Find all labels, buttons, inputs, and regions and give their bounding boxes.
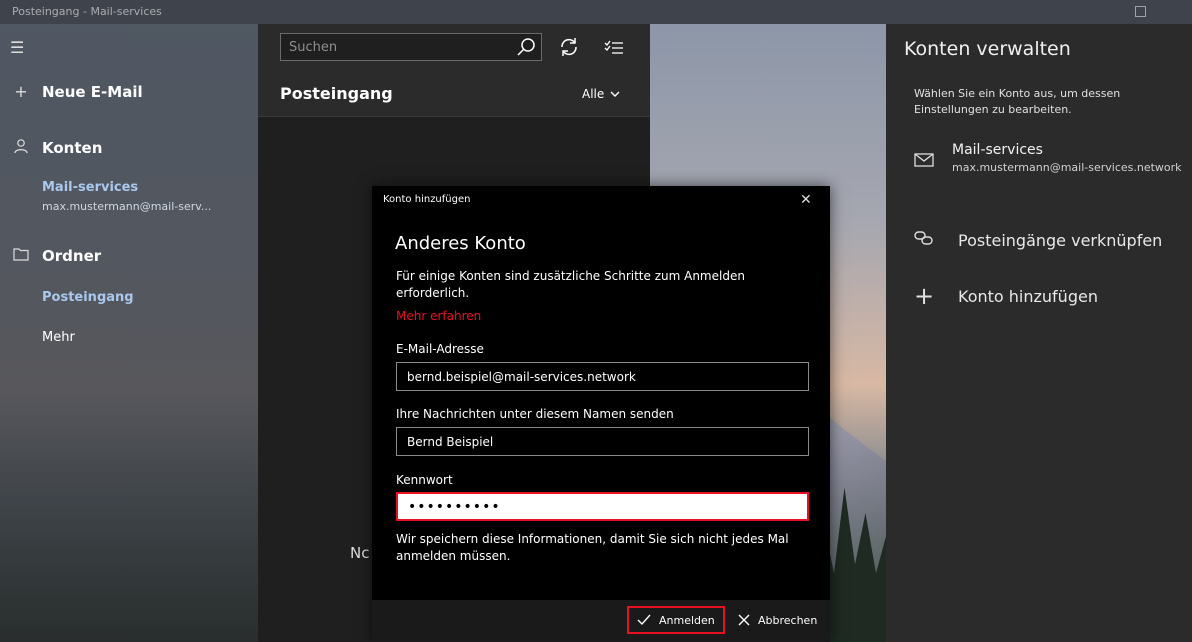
password-label: Kennwort (396, 473, 453, 487)
add-account-button[interactable]: + Konto hinzufügen (914, 282, 1098, 310)
nav-account-name[interactable]: Mail-services (42, 180, 138, 195)
close-icon (738, 614, 750, 626)
sender-name-field[interactable] (397, 428, 808, 455)
close-icon[interactable]: ✕ (800, 192, 812, 208)
checkmark-icon (637, 614, 651, 626)
link-icon (914, 230, 958, 251)
select-mode-icon[interactable] (604, 38, 624, 58)
folders-label: Ordner (42, 246, 102, 265)
search-icon[interactable] (515, 36, 537, 58)
email-label: E-Mail-Adresse (396, 342, 484, 356)
filter-dropdown[interactable]: Alle (582, 87, 620, 101)
empty-list-text: Nc (350, 544, 370, 562)
plus-icon: + (914, 282, 935, 310)
folder-inbox[interactable]: Posteingang (42, 290, 134, 305)
manage-accounts-panel: Konten verwalten Wählen Sie ein Konto au… (886, 24, 1192, 642)
nav-account-email[interactable]: max.mustermann@mail-serv... (42, 200, 211, 213)
title-bar: Posteingang - Mail-services (0, 0, 1192, 24)
dialog-heading: Anderes Konto (395, 233, 526, 254)
accounts-button[interactable]: Konten (0, 138, 258, 158)
new-mail-button[interactable]: + Neue E-Mail (0, 82, 258, 101)
panel-title: Konten verwalten (904, 38, 1071, 60)
password-field[interactable] (398, 494, 807, 519)
hamburger-menu-icon[interactable]: ☰ (10, 38, 24, 57)
save-info-note: Wir speichern diese Informationen, damit… (396, 532, 789, 563)
link-inboxes-button[interactable]: Posteingänge verknüpfen (914, 230, 1162, 251)
add-account-dialog: Konto hinzufügen ✕ Anderes Konto Für ein… (372, 186, 830, 642)
chevron-down-icon (610, 91, 620, 97)
panel-account-item[interactable]: Mail-services max.mustermann@mail-servic… (914, 142, 1192, 182)
cancel-label: Abbrechen (758, 613, 818, 627)
sign-in-button[interactable]: Anmelden (627, 606, 725, 634)
password-field-box (396, 492, 809, 521)
sign-in-label: Anmelden (659, 613, 715, 627)
navigation-pane: ☰ + Neue E-Mail Konten Mail-services max… (0, 24, 258, 642)
list-header: Posteingang Alle (258, 24, 650, 117)
panel-account-email: max.mustermann@mail-services.network (952, 161, 1182, 174)
inbox-title: Posteingang (280, 84, 393, 103)
email-field[interactable] (397, 363, 808, 390)
person-icon (0, 138, 42, 158)
maximize-icon[interactable] (1135, 6, 1146, 17)
panel-description: Wählen Sie ein Konto aus, um dessen Eins… (914, 87, 1121, 116)
sender-name-label: Ihre Nachrichten unter diesem Namen send… (396, 407, 674, 421)
folders-button[interactable]: Ordner (0, 246, 258, 265)
panel-account-name: Mail-services (952, 142, 1043, 158)
search-input[interactable] (281, 34, 517, 60)
add-account-label: Konto hinzufügen (958, 286, 1098, 306)
filter-value: Alle (582, 87, 605, 101)
folder-icon (0, 246, 42, 265)
dialog-info-text: Für einige Konten sind zusätzliche Schri… (396, 269, 745, 300)
email-field-box (396, 362, 809, 391)
learn-more-link[interactable]: Mehr erfahren (396, 309, 481, 323)
dialog-footer: Anmelden Abbrechen (372, 600, 830, 642)
cancel-button[interactable]: Abbrechen (730, 606, 825, 634)
folder-more[interactable]: Mehr (42, 330, 75, 345)
search-box (280, 33, 542, 61)
plus-icon: + (14, 82, 28, 101)
sync-icon[interactable] (558, 36, 580, 58)
dialog-caption: Konto hinzufügen (383, 194, 471, 205)
sender-name-field-box (396, 427, 809, 456)
mail-icon (914, 153, 934, 167)
link-inboxes-label: Posteingänge verknüpfen (958, 231, 1163, 250)
accounts-label: Konten (42, 139, 103, 157)
window-title: Posteingang - Mail-services (12, 5, 162, 18)
new-mail-label: Neue E-Mail (42, 82, 143, 101)
